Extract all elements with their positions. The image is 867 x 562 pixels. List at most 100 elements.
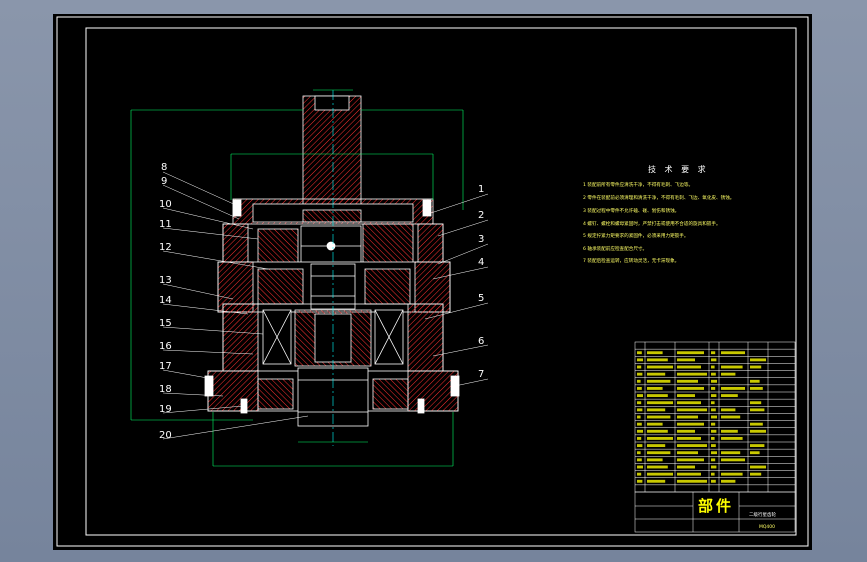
- parts-list-entry: [637, 422, 642, 426]
- parts-list-entry: [637, 379, 641, 383]
- callout: 12: [159, 242, 172, 253]
- callout: 8: [161, 162, 167, 173]
- parts-list-entry: [647, 429, 668, 433]
- title-part-word: 部件: [698, 497, 734, 515]
- parts-list-entry: [711, 429, 717, 433]
- parts-list-entry: [647, 415, 671, 419]
- parts-list-entry: [750, 444, 765, 447]
- parts-list-entry: [647, 444, 666, 447]
- notes-title: 技 术 要 求: [648, 164, 709, 174]
- parts-list-entry: [721, 479, 736, 483]
- parts-list-entry: [750, 401, 762, 405]
- parts-list-entry: [637, 451, 641, 455]
- parts-list-entry: [647, 372, 666, 376]
- parts-list-entry: [750, 365, 762, 369]
- parts-list-entry: [647, 365, 673, 369]
- callout: 15: [159, 318, 172, 329]
- parts-list-entry: [711, 479, 716, 483]
- callout: 4: [478, 257, 484, 268]
- parts-list-entry: [647, 472, 673, 476]
- title-drawing-no: MQ400: [759, 524, 775, 530]
- parts-list-entry: [637, 372, 643, 376]
- parts-list-entry: [750, 408, 765, 412]
- parts-list-entry: [711, 401, 715, 405]
- parts-list-entry: [637, 437, 642, 440]
- parts-list-entry: [637, 351, 642, 355]
- parts-list-entry: [637, 401, 642, 405]
- parts-list-entry: [711, 437, 715, 440]
- technical-notes: 技 术 要 求 1 装配前所有零件应清洗干净，不得有毛刺、飞边等。 2 零件在装…: [583, 164, 734, 264]
- parts-list-fill: [637, 351, 766, 483]
- callout: 11: [159, 219, 172, 230]
- parts-list-entry: [711, 415, 717, 419]
- parts-list-entry: [721, 472, 743, 476]
- parts-list-entry: [677, 479, 707, 483]
- parts-list-entry: [677, 415, 698, 419]
- parts-list-entry: [711, 358, 717, 362]
- parts-list-entry: [637, 365, 642, 369]
- parts-list-entry: [711, 444, 716, 447]
- parts-list-entry: [750, 387, 763, 390]
- parts-list-entry: [721, 372, 736, 376]
- callout: 3: [478, 234, 484, 245]
- note-line: 5 规定拧紧力矩要求的紧固件，必须采用力矩扳手。: [583, 232, 688, 239]
- parts-list-entry: [677, 465, 695, 469]
- drawing-sheet: 8 9 10 11 12 13 14 15 16 17 18 19 20 1 2…: [53, 14, 812, 550]
- parts-list-entry: [750, 358, 766, 362]
- parts-list-entry: [637, 358, 643, 362]
- parts-list-entry: [647, 437, 673, 440]
- parts-list-entry: [677, 429, 695, 433]
- note-line: 4 螺钉、螺栓和螺母紧固时，严禁打击或使用不合适的旋具和扳手。: [583, 220, 721, 227]
- parts-list-entry: [711, 379, 717, 383]
- parts-list-entry: [677, 451, 698, 455]
- parts-list-entry: [750, 451, 760, 455]
- callout: 5: [478, 293, 484, 304]
- parts-list-entry: [721, 458, 745, 462]
- parts-list-entry: [677, 444, 707, 447]
- parts-list-entry: [711, 351, 716, 355]
- callout: 9: [161, 176, 167, 187]
- parts-list-entry: [721, 437, 743, 440]
- callout: 17: [159, 361, 172, 372]
- parts-list-entry: [637, 429, 643, 433]
- parts-list-entry: [711, 387, 716, 390]
- title-drawing-name: 二级行星齿轮: [749, 511, 776, 518]
- parts-list-entry: [750, 465, 766, 469]
- parts-list-entry: [647, 479, 666, 483]
- callout: 16: [159, 341, 172, 352]
- parts-list-entry: [711, 422, 716, 426]
- gearbox-section-view: [204, 90, 460, 446]
- parts-list-entry: [677, 379, 698, 383]
- callout: 7: [478, 369, 484, 380]
- parts-list-entry: [711, 394, 717, 397]
- parts-list-entry: [677, 422, 704, 426]
- parts-list-entry: [637, 479, 643, 483]
- parts-list-entry: [647, 458, 663, 462]
- callout: 13: [159, 275, 172, 286]
- parts-list-entry: [711, 451, 717, 455]
- parts-list-entry: [647, 422, 663, 426]
- parts-list-entry: [647, 358, 668, 362]
- parts-list-entry: [647, 387, 663, 390]
- parts-list-entry: [647, 394, 668, 397]
- parts-list-entry: [677, 472, 701, 476]
- parts-list-entry: [750, 472, 762, 476]
- callout: 10: [159, 199, 172, 210]
- parts-list-entry: [750, 379, 760, 383]
- parts-list-entry: [711, 458, 716, 462]
- callouts-left: 8 9 10 11 12 13 14 15 16 17 18 19 20: [159, 162, 172, 441]
- parts-list-entry: [637, 415, 641, 419]
- parts-list-entry: [721, 387, 745, 390]
- parts-list-entry: [721, 408, 736, 412]
- callout: 19: [159, 404, 172, 415]
- parts-list-entry: [677, 351, 704, 355]
- callout: 20: [159, 430, 172, 441]
- parts-list-entry: [721, 394, 738, 397]
- parts-list-entry: [721, 365, 743, 369]
- parts-list-entry: [677, 408, 707, 412]
- cad-drawing: 8 9 10 11 12 13 14 15 16 17 18 19 20 1 2…: [56, 16, 809, 547]
- parts-list-entry: [637, 408, 643, 412]
- parts-list-entry: [750, 429, 766, 433]
- note-line: 1 装配前所有零件应清洗干净，不得有毛刺、飞边等。: [583, 181, 693, 188]
- parts-list-entry: [677, 401, 701, 405]
